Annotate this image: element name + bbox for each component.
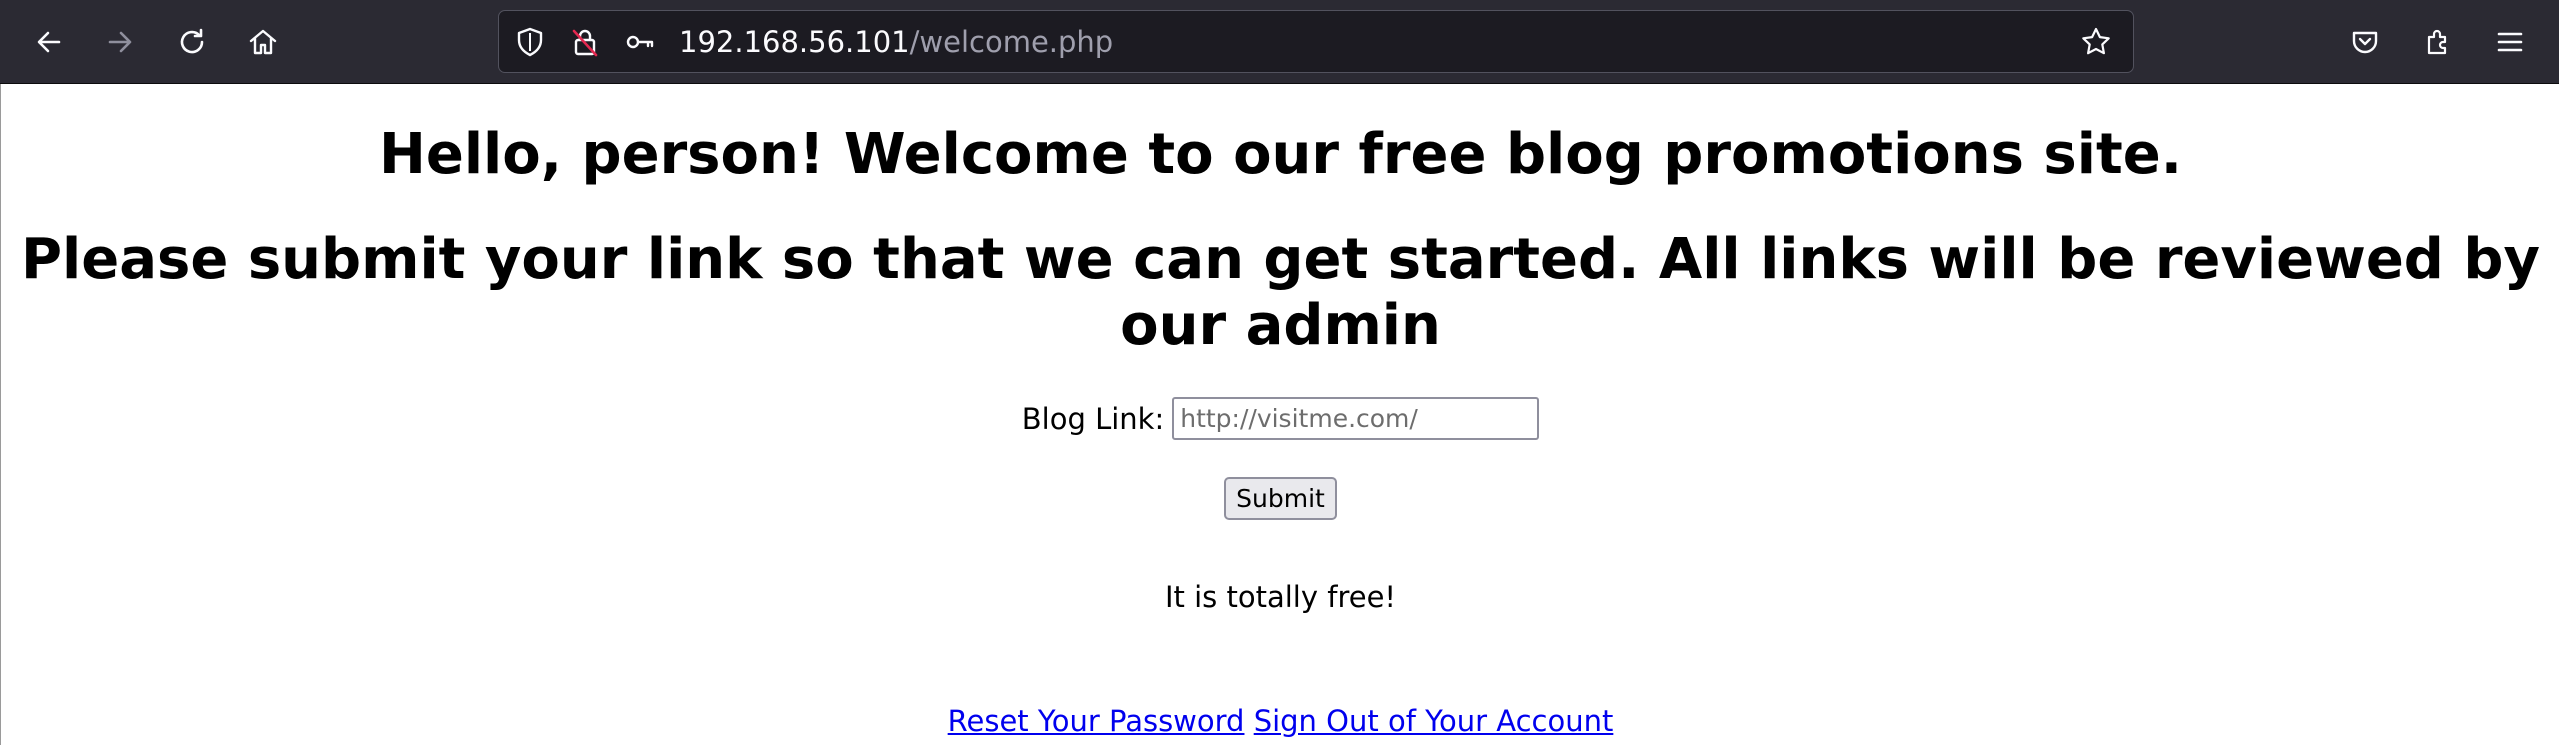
reset-password-link[interactable]: Reset Your Password xyxy=(948,704,1245,738)
url-path: /welcome.php xyxy=(909,25,1114,59)
account-links: Reset Your Password Sign Out of Your Acc… xyxy=(1,704,2559,738)
submit-button[interactable]: Submit xyxy=(1224,477,1337,520)
address-bar[interactable]: 192.168.56.101/welcome.php xyxy=(498,10,2134,73)
back-button[interactable] xyxy=(27,20,71,64)
blog-link-label: Blog Link: xyxy=(1021,401,1165,436)
blog-link-form: Blog Link: xyxy=(1,397,2559,440)
url-text[interactable]: 192.168.56.101/welcome.php xyxy=(679,23,1113,61)
welcome-heading: Hello, person! Welcome to our free blog … xyxy=(379,122,2182,187)
pocket-icon xyxy=(2352,31,2378,54)
hamburger-menu-icon xyxy=(2497,32,2523,52)
home-button[interactable] xyxy=(241,20,285,64)
page-content: Hello, person! Welcome to our free blog … xyxy=(0,84,2559,745)
shield-icon[interactable] xyxy=(513,25,547,59)
pocket-button[interactable] xyxy=(2343,20,2387,64)
browser-toolbar: 192.168.56.101/welcome.php xyxy=(0,0,2559,84)
forward-button[interactable] xyxy=(98,20,142,64)
key-icon[interactable] xyxy=(623,25,657,59)
forward-arrow-icon xyxy=(108,31,132,53)
sign-out-link[interactable]: Sign Out of Your Account xyxy=(1254,704,1614,738)
blog-link-input[interactable] xyxy=(1172,397,1540,440)
bookmark-star-button[interactable] xyxy=(2079,25,2113,59)
free-notice: It is totally free! xyxy=(1164,580,1397,614)
insecure-lock-icon[interactable] xyxy=(568,25,602,59)
url-host: 192.168.56.101 xyxy=(679,25,910,59)
home-icon xyxy=(249,29,277,55)
star-icon xyxy=(2082,27,2110,55)
back-arrow-icon xyxy=(37,31,61,53)
submit-row: Submit xyxy=(1,477,2559,520)
reload-icon xyxy=(180,28,204,54)
extensions-button[interactable] xyxy=(2416,20,2460,64)
menu-button[interactable] xyxy=(2488,20,2532,64)
puzzle-icon xyxy=(2427,29,2447,55)
reload-button[interactable] xyxy=(170,20,214,64)
submit-instructions-heading: Please submit your link so that we can g… xyxy=(21,227,2540,358)
